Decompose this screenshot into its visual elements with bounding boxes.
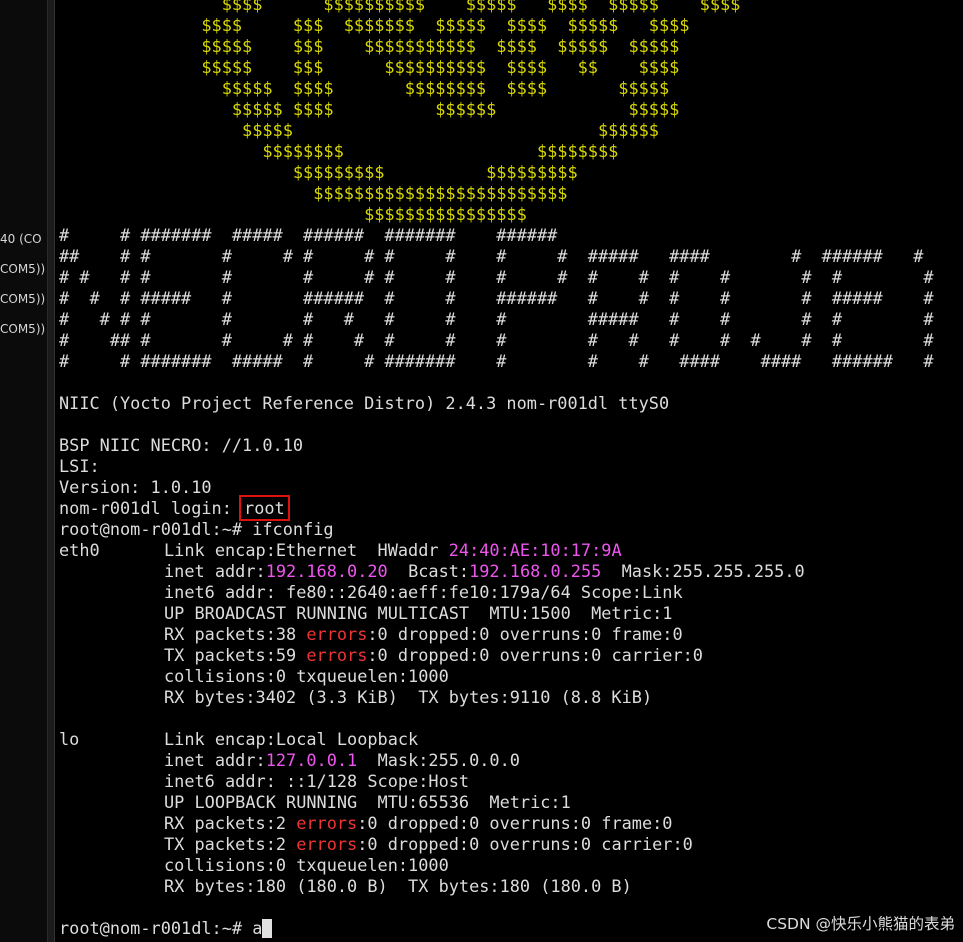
distro-banner: NIIC (Yocto Project Reference Distro) 2.… [59,393,670,413]
lo-rx-stats: :0 dropped:0 overruns:0 frame:0 [357,813,673,833]
ascii-art-line: $$$$ $$$ $$$$$$$ $$$$$ $$$$ $$$$$ $$$$ [59,15,690,35]
eth0-rx-packets: RX packets:38 [164,624,307,644]
session-tab[interactable]: COM5)) [0,262,47,276]
lo-rx-packets: RX packets:2 [164,813,297,833]
ascii-art-line: $$$$$ $$$$ $$$$$$ $$$$$ [59,99,680,119]
ascii-art-line: $$$$$$$$$$$$$$$$$$$$$$$$$ [59,183,568,203]
eth0-mask: Mask:255.255.255.0 [601,561,805,581]
lo-tx-stats: :0 dropped:0 overruns:0 carrier:0 [357,834,693,854]
interface-name: lo [59,729,80,749]
ascii-art-line: $$$$$$$$ $$$$$$$$ [59,141,619,161]
ascii-art-line: $$$$$ $$$$$$ [59,120,659,140]
eth0-ip: 192.168.0.20 [265,561,388,581]
ascii-art-line: $$$$ $$$$$$$$$$ $$$$$ $$$$ $$$$$ $$$$ [59,0,741,14]
login-prompt: nom-r001dl login: [59,498,243,518]
eth0-flags-line: UP BROADCAST RUNNING MULTICAST MTU:1500 … [164,603,673,623]
ascii-banner-line: # # # # # # # # # # ##### # # # # # [59,309,934,329]
errors-label: errors [306,645,368,665]
ascii-art-line: $$$$$ $$$$ $$$$$$$$ $$$$ $$$$$ [59,78,670,98]
lo-rx-line: RX packets:2 errors:0 dropped:0 overruns… [164,813,672,834]
watermark: CSDN @快乐小熊猫的表弟 [766,915,955,933]
session-tab[interactable]: 40 (CO [0,232,47,246]
eth0-tx-packets: TX packets:59 [164,645,307,665]
session-tab[interactable]: COM5)) [0,292,47,306]
terminal-output[interactable]: $$$$ $$$$$$$$$$ $$$$$ $$$$ $$$$$ $$$$ $$… [55,0,963,942]
errors-label: errors [306,624,368,644]
eth0-link-text: Link encap:Ethernet HWaddr [164,540,449,560]
eth0-hwaddr: 24:40:AE:10:17:9A [448,540,622,560]
typed-input[interactable]: a [252,918,262,938]
eth0-tx-stats: :0 dropped:0 overruns:0 carrier:0 [367,645,703,665]
eth0-rx-line: RX packets:38 errors:0 dropped:0 overrun… [164,624,683,645]
errors-label: errors [296,834,358,854]
command-line: root@nom-r001dl:~# ifconfig [59,519,334,540]
sidebar-splitter[interactable] [47,0,55,942]
ascii-banner-line: # ## # # # # # # # # # # # # # # # # [59,330,934,350]
lo-bytes-line: RX bytes:180 (180.0 B) TX bytes:180 (180… [164,876,632,896]
lo-inet-line: inet addr:127.0.0.1 Mask:255.0.0.0 [164,750,520,771]
lo-tx-packets: TX packets:2 [164,834,297,854]
eth0-bcast-label: Bcast: [387,561,470,581]
ascii-banner-line: ## # # # # # # # # # # ##### #### # ####… [59,246,924,266]
shell-prompt: root@nom-r001dl:~# [59,918,253,938]
login-username: root [239,495,290,521]
lo-mask: Mask:255.0.0.0 [357,750,520,770]
ascii-art-line: $$$$$$$$$ $$$$$$$$$ [59,162,578,182]
ascii-banner-line: # # # ##### # ###### # # ###### # # # # … [59,288,934,308]
ascii-art-line: $$$$$$$$$$$$$$$$ [59,204,527,224]
text-cursor [262,919,273,938]
bsp-line: BSP NIIC NECRO: //1.0.10 [59,435,304,455]
eth0-bytes-line: RX bytes:3402 (3.3 KiB) TX bytes:9110 (8… [164,687,653,707]
eth0-inet-line: inet addr:192.168.0.20 Bcast:192.168.0.2… [164,561,805,582]
lo-tx-line: TX packets:2 errors:0 dropped:0 overruns… [164,834,693,855]
ascii-art-line: $$$$$ $$$ $$$$$$$$$$$ $$$$ $$$$$ $$$$$ [59,36,680,56]
ascii-banner-line: # # # # # # # # # # # # # # # # # # [59,267,934,287]
command-text: ifconfig [252,519,334,539]
eth0-link-line: Link encap:Ethernet HWaddr 24:40:AE:10:1… [164,540,622,561]
lo-ip: 127.0.0.1 [265,750,358,770]
ascii-banner-line: # # ####### ##### # # ####### # # # ####… [59,351,934,371]
lo-inet6-line: inet6 addr: ::1/128 Scope:Host [164,771,470,791]
eth0-rx-stats: :0 dropped:0 overruns:0 frame:0 [367,624,683,644]
eth0-inet6-line: inet6 addr: fe80::2640:aeff:fe10:179a/64… [164,582,683,602]
session-tab[interactable]: COM5)) [0,322,47,336]
ascii-art-line: $$$$$ $$$ $$$$$$$$$$ $$$$ $$ $$$$ [59,57,680,77]
lo-link-line: Link encap:Local Loopback [164,729,419,749]
session-sidebar: 40 (CO COM5)) COM5)) COM5)) [0,0,47,942]
eth0-bcast: 192.168.0.255 [469,561,602,581]
active-prompt-line[interactable]: root@nom-r001dl:~# a [59,918,273,939]
eth0-tx-line: TX packets:59 errors:0 dropped:0 overrun… [164,645,703,666]
lo-collisions-line: collisions:0 txqueuelen:1000 [164,855,449,875]
ascii-banner-line: # # ####### ##### ###### ####### ###### [59,225,558,245]
eth0-collisions-line: collisions:0 txqueuelen:1000 [164,666,449,686]
eth0-inet-label: inet addr: [164,561,266,581]
errors-label: errors [296,813,358,833]
login-line: nom-r001dl login: root [59,495,290,521]
version-line: Version: 1.0.10 [59,477,212,497]
lo-inet-label: inet addr: [164,750,266,770]
interface-name: eth0 [59,540,100,560]
lo-flags-line: UP LOOPBACK RUNNING MTU:65536 Metric:1 [164,792,571,812]
shell-prompt: root@nom-r001dl:~# [59,519,253,539]
lsi-line: LSI: [59,456,100,476]
